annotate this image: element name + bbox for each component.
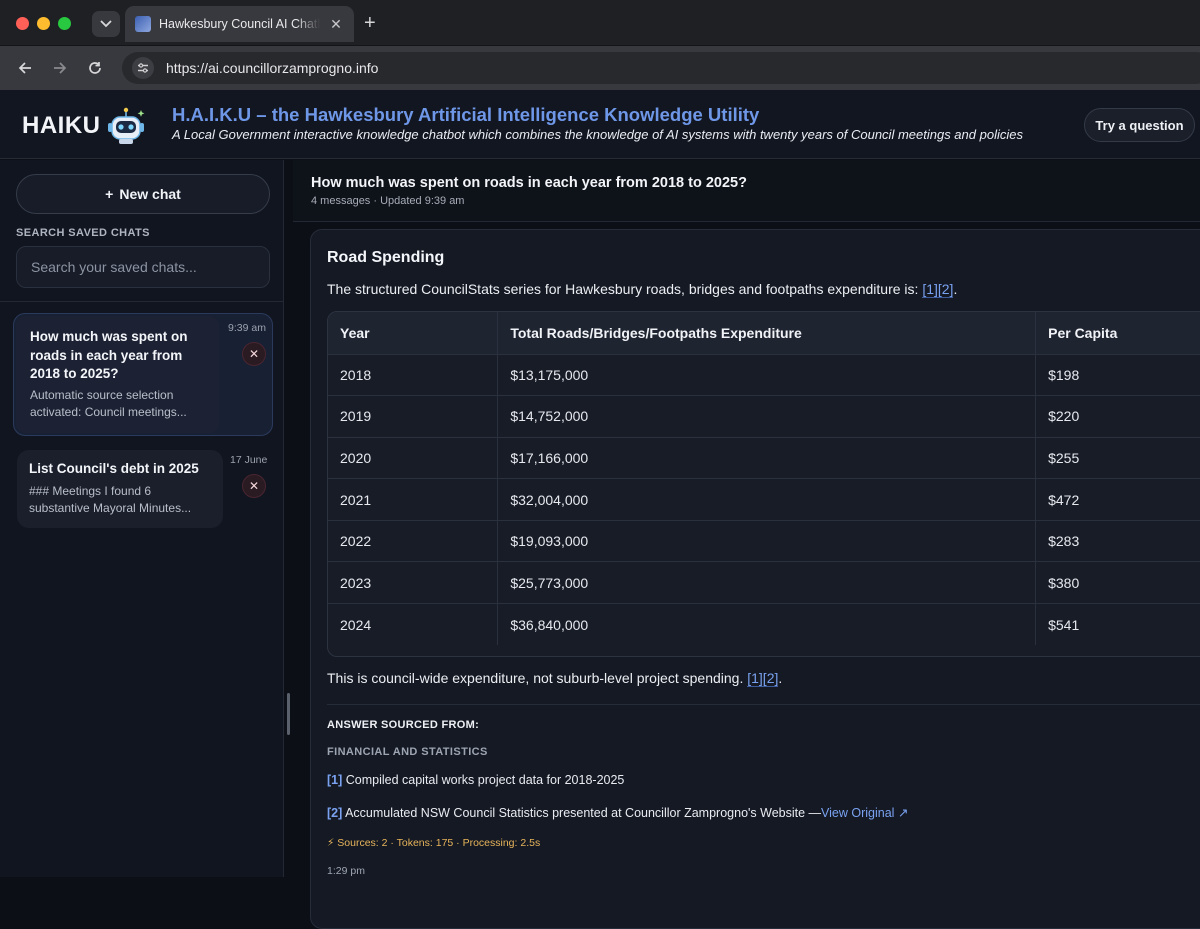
column-header-per-capita: Per Capita	[1035, 312, 1200, 355]
source-number[interactable]: [2]	[327, 806, 342, 820]
forward-arrow-icon	[54, 62, 67, 74]
table-row: 2019 $14,752,000 $220	[328, 395, 1200, 438]
answer-title: Road Spending	[327, 249, 445, 266]
back-arrow-icon	[18, 62, 31, 74]
browser-tabbar: Hawkesbury Council AI Chatbot ✕ +	[0, 0, 1200, 46]
table-row: 2023 $25,773,000 $380	[328, 561, 1200, 605]
saved-chat-item[interactable]: How much was spent on roads in each year…	[13, 313, 273, 436]
sources-category: FINANCIAL AND STATISTICS	[327, 746, 488, 758]
sidebar-divider	[0, 301, 284, 302]
saved-chat-title: List Council's debt in 2025	[29, 461, 199, 476]
logo-text: HAIKU	[22, 112, 101, 139]
delete-chat-button[interactable]: ✕	[242, 342, 266, 366]
answer-stats: ⚡ Sources: 2 · Tokens: 175 · Processing:…	[327, 837, 541, 849]
app-title: H.A.I.K.U – the Hawkesbury Artificial In…	[172, 104, 760, 125]
column-header-expenditure: Total Roads/Bridges/Footpaths Expenditur…	[497, 312, 1037, 355]
new-tab-button[interactable]: +	[364, 12, 376, 34]
tab-title: Hawkesbury Council AI Chatbot	[159, 17, 320, 31]
column-header-year: Year	[328, 312, 499, 355]
reload-icon	[89, 62, 101, 74]
conversation-meta: 4 messages · Updated 9:39 am	[311, 195, 465, 207]
site-info-icon[interactable]	[132, 57, 154, 79]
table-row: 2021 $32,004,000 $472	[328, 478, 1200, 521]
new-chat-label: New chat	[119, 186, 181, 202]
source-item: [1] Compiled capital works project data …	[327, 773, 625, 787]
favicon-icon	[135, 16, 151, 32]
minimize-window-button[interactable]	[37, 17, 50, 30]
reload-button[interactable]	[84, 58, 106, 78]
source-item: [2] Accumulated NSW Council Statistics p…	[327, 806, 909, 820]
chevron-down-icon	[100, 20, 112, 28]
saved-chat-time: 17 June	[230, 454, 268, 466]
conversation-header	[293, 160, 1200, 222]
saved-chat-snippet: Automatic source selection activated: Co…	[30, 388, 187, 419]
view-original-link[interactable]: View Original ↗	[821, 806, 908, 820]
citation-link[interactable]: [1][2]	[922, 281, 954, 298]
table-row: 2022 $19,093,000 $283	[328, 520, 1200, 563]
search-saved-chats-input[interactable]: Search your saved chats...	[16, 246, 270, 288]
citation-link[interactable]: [1][2]	[747, 670, 779, 687]
maximize-window-button[interactable]	[58, 17, 71, 30]
saved-chat-time: 9:39 am	[228, 322, 266, 334]
answer-intro: The structured CouncilStats series for H…	[327, 281, 958, 298]
table-header-row: Year Total Roads/Bridges/Footpaths Expen…	[328, 312, 1200, 355]
robot-mascot-icon	[107, 107, 144, 144]
close-tab-icon[interactable]: ✕	[328, 16, 344, 33]
try-a-question-button[interactable]: Try a question	[1084, 108, 1195, 142]
divider	[327, 704, 1200, 705]
search-label: SEARCH SAVED CHATS	[16, 227, 150, 239]
saved-chat-snippet: ### Meetings I found 6 substantive Mayor…	[29, 484, 192, 515]
browser-tab[interactable]: Hawkesbury Council AI Chatbot ✕	[125, 6, 354, 42]
saved-chat-item[interactable]: List Council's debt in 2025 ### Meetings…	[17, 450, 223, 528]
plus-icon: +	[105, 186, 114, 202]
new-chat-button[interactable]: + New chat	[16, 174, 270, 214]
answer-note: This is council-wide expenditure, not su…	[327, 670, 783, 687]
message-time: 1:29 pm	[327, 865, 365, 877]
url-text: https://ai.councillorzamprogno.info	[166, 60, 379, 76]
address-bar[interactable]: https://ai.councillorzamprogno.info	[122, 52, 1200, 84]
saved-chat-title: How much was spent on roads in each year…	[30, 329, 188, 381]
expenditure-table: Year Total Roads/Bridges/Footpaths Expen…	[327, 311, 1200, 657]
back-button[interactable]	[14, 58, 36, 78]
forward-button[interactable]	[49, 58, 71, 78]
sidebar-resize-handle[interactable]	[287, 693, 290, 735]
delete-chat-button[interactable]: ✕	[242, 474, 266, 498]
close-window-button[interactable]	[16, 17, 29, 30]
haiku-logo[interactable]: HAIKU	[22, 106, 147, 146]
table-row: 2020 $17,166,000 $255	[328, 437, 1200, 480]
source-number[interactable]: [1]	[327, 773, 342, 787]
sidebar: + New chat SEARCH SAVED CHATS Search you…	[0, 160, 284, 877]
browser-toolbar: https://ai.councillorzamprogno.info	[0, 46, 1200, 90]
app-subtitle: A Local Government interactive knowledge…	[172, 127, 1023, 142]
conversation-title: How much was spent on roads in each year…	[311, 175, 747, 191]
window-controls	[16, 17, 71, 30]
table-row: 2018 $13,175,000 $198	[328, 354, 1200, 397]
sources-heading: ANSWER SOURCED FROM:	[327, 719, 480, 731]
tab-search-button[interactable]	[92, 11, 120, 37]
table-row: 2024 $36,840,000 $541	[328, 603, 1200, 646]
